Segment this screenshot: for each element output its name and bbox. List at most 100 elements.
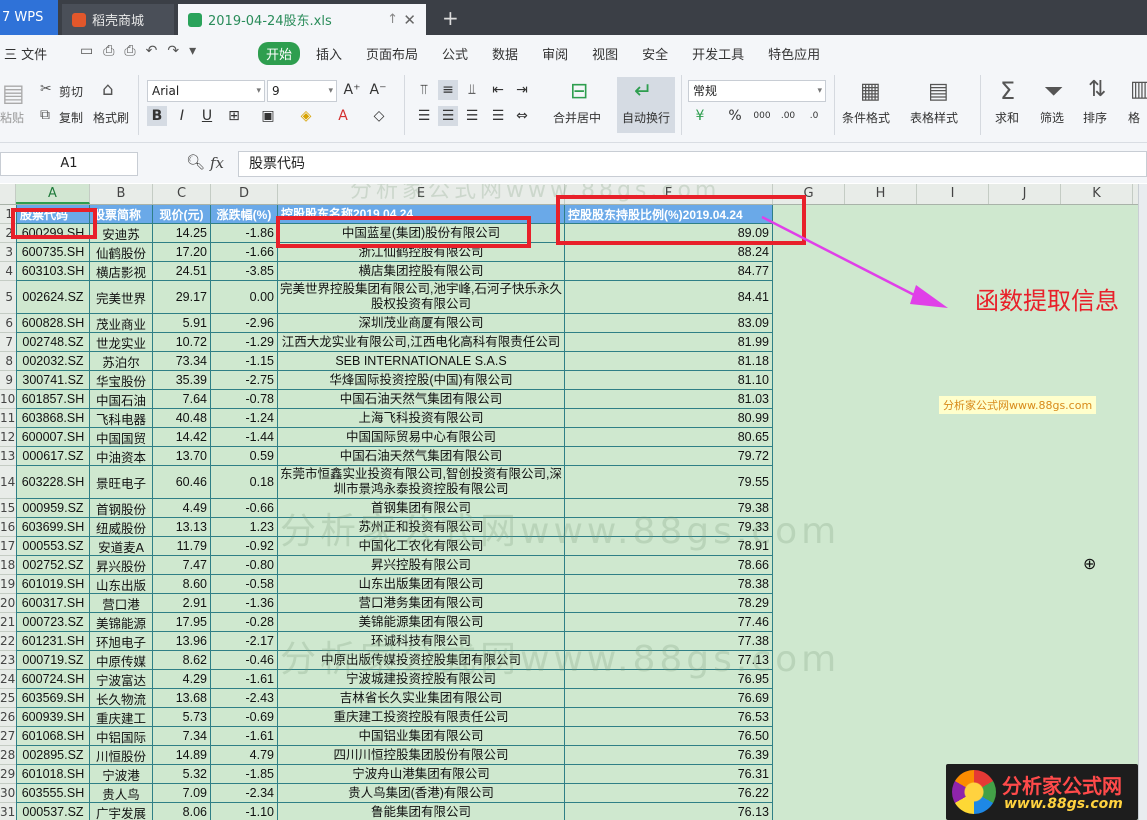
menu-review[interactable]: 审阅: [542, 44, 568, 63]
divider: [138, 75, 139, 135]
logo-title: 分析家公式网: [1002, 774, 1122, 798]
cell-style-icon[interactable]: ▣: [258, 106, 278, 126]
fx-icon[interactable]: fx: [210, 154, 224, 172]
number-format-select[interactable]: 常规 ▾: [688, 80, 826, 102]
quick-access-toolbar[interactable]: ▭⎙⎙↶↷▾: [80, 43, 206, 59]
annotation-label: 函数提取信息: [975, 287, 1119, 315]
vertical-scrollbar[interactable]: [1138, 184, 1147, 820]
sort-button[interactable]: 排序: [1083, 109, 1107, 126]
formula-content: 股票代码: [249, 156, 305, 172]
pin-icon[interactable]: ↑: [387, 12, 398, 27]
font-size-select[interactable]: 9 ▾: [267, 80, 337, 102]
format-icon: ▥: [1130, 77, 1147, 102]
shrink-font-icon[interactable]: A⁻: [368, 80, 388, 100]
menu-insert[interactable]: 插入: [316, 44, 342, 63]
site-logo: 分析家公式网 www.88gs.com: [946, 764, 1138, 820]
annotation-arrow: [761, 215, 948, 308]
font-name-select[interactable]: Arial ▾: [147, 80, 265, 102]
format-painter-button[interactable]: 格式刷: [93, 109, 129, 126]
currency-icon[interactable]: ¥: [690, 106, 710, 126]
clear-format-icon[interactable]: ◇: [369, 106, 389, 126]
menu-developer[interactable]: 开发工具: [692, 44, 744, 63]
align-right-icon[interactable]: ☰: [462, 106, 482, 126]
italic-button[interactable]: I: [172, 106, 192, 126]
divider: [681, 75, 682, 135]
title-bar: 7 WPS 稻壳商城 2019-04-24股东.xls ↑ ✕ +: [0, 0, 1147, 35]
divider: [404, 75, 405, 135]
flower-logo-icon: [952, 770, 996, 814]
formula-bar: A1 🔍︎ fx 股票代码: [0, 143, 1147, 183]
menu-page-layout[interactable]: 页面布局: [366, 44, 418, 63]
spreadsheet-icon: [188, 12, 202, 27]
chevron-down-icon: ▾: [256, 86, 261, 96]
merge-icon: ⊟: [570, 79, 589, 104]
tab-wps[interactable]: 7 WPS: [0, 0, 58, 35]
sum-button[interactable]: 求和: [995, 109, 1019, 126]
wrap-icon: ↵: [634, 79, 653, 104]
magnifier-icon[interactable]: 🔍︎: [186, 153, 205, 171]
watermark-badge: 分析家公式网www.88gs.com: [939, 396, 1097, 414]
menu-security[interactable]: 安全: [642, 44, 668, 63]
tab-label: 稻壳商城: [92, 14, 145, 29]
docer-icon: [72, 12, 86, 27]
cell-reference: A1: [60, 156, 78, 171]
auto-wrap-label: 自动换行: [622, 111, 671, 125]
border-icon[interactable]: ⊞: [224, 106, 244, 126]
underline-button[interactable]: U: [197, 106, 217, 126]
close-icon[interactable]: ✕: [403, 11, 416, 29]
increase-decimal-icon[interactable]: .00: [778, 106, 798, 126]
menu-special[interactable]: 特色应用: [768, 44, 820, 63]
align-center-icon[interactable]: ☰: [438, 106, 458, 126]
sort-icon: ⇅: [1088, 77, 1107, 102]
sum-icon: Σ: [1000, 77, 1016, 105]
format-button[interactable]: 格: [1128, 109, 1140, 126]
number-format-value: 常规: [693, 84, 718, 98]
decrease-decimal-icon[interactable]: .0: [804, 106, 824, 126]
chevron-down-icon: ▾: [328, 86, 333, 96]
plus-icon[interactable]: +: [442, 6, 459, 30]
cut-button[interactable]: 剪切: [59, 83, 83, 100]
paste-button[interactable]: 粘贴: [0, 109, 24, 126]
divider: [980, 75, 981, 135]
menu-bar: 三 文件 ▭⎙⎙↶↷▾ 开始 插入 页面布局 公式 数据 审阅 视图 安全 开发…: [0, 35, 1147, 69]
menu-formulas[interactable]: 公式: [442, 44, 468, 63]
font-name-value: Arial: [152, 84, 180, 98]
worksheet[interactable]: ABCDEFGHIJK 1 2 3 4 5 6 7 8 9 10 11 12 13 14 15 16 17 18 1…: [0, 184, 1138, 820]
copy-button[interactable]: 复制: [59, 109, 83, 126]
menu-data[interactable]: 数据: [492, 44, 518, 63]
filter-button[interactable]: 筛选: [1040, 109, 1064, 126]
align-top-icon[interactable]: ⫪: [414, 80, 434, 100]
thousands-icon[interactable]: 000: [752, 106, 772, 126]
grow-font-icon[interactable]: A⁺: [342, 80, 362, 100]
align-left-icon[interactable]: ☰: [414, 106, 434, 126]
font-color-icon[interactable]: A: [333, 106, 353, 126]
bold-button[interactable]: B: [147, 106, 167, 126]
tab-document[interactable]: 2019-04-24股东.xls ↑ ✕: [178, 4, 426, 35]
outdent-icon[interactable]: ⇤: [488, 80, 508, 100]
scissors-icon: ✂: [40, 81, 52, 97]
justify-icon[interactable]: ☰: [488, 106, 508, 126]
ribbon: ▤ 粘贴 ✂ 剪切 ⧉ 复制 ⌂ 格式刷 Arial ▾ 9 ▾ A⁺ A⁻ B I…: [0, 69, 1147, 143]
paste-icon[interactable]: ▤: [2, 79, 25, 107]
percent-icon[interactable]: %: [725, 106, 745, 126]
conditional-format-button[interactable]: 条件格式: [842, 109, 890, 126]
table-style-button[interactable]: 表格样式: [910, 109, 958, 126]
format-painter-icon: ⌂: [102, 79, 114, 100]
menu-file[interactable]: 三 文件: [4, 44, 47, 63]
menu-start[interactable]: 开始: [258, 42, 301, 65]
distribute-icon[interactable]: ⇔: [512, 106, 532, 126]
table-style-icon: ▤: [928, 79, 949, 104]
indent-icon[interactable]: ⇥: [512, 80, 532, 100]
divider: [834, 75, 835, 135]
name-box[interactable]: A1: [0, 152, 138, 176]
formula-input[interactable]: 股票代码: [238, 151, 1147, 177]
fill-color-icon[interactable]: ◈: [296, 106, 316, 126]
logo-url: www.88gs.com: [1004, 796, 1123, 812]
tab-docer-store[interactable]: 稻壳商城: [62, 4, 174, 35]
merge-center-button[interactable]: 合并居中: [553, 109, 601, 126]
align-middle-icon[interactable]: ≡: [438, 80, 458, 100]
zoom-cursor-icon: ⊕: [1083, 554, 1097, 573]
tab-label: 2019-04-24股东.xls: [208, 14, 332, 29]
menu-view[interactable]: 视图: [592, 44, 618, 63]
align-bottom-icon[interactable]: ⫫: [462, 80, 482, 100]
